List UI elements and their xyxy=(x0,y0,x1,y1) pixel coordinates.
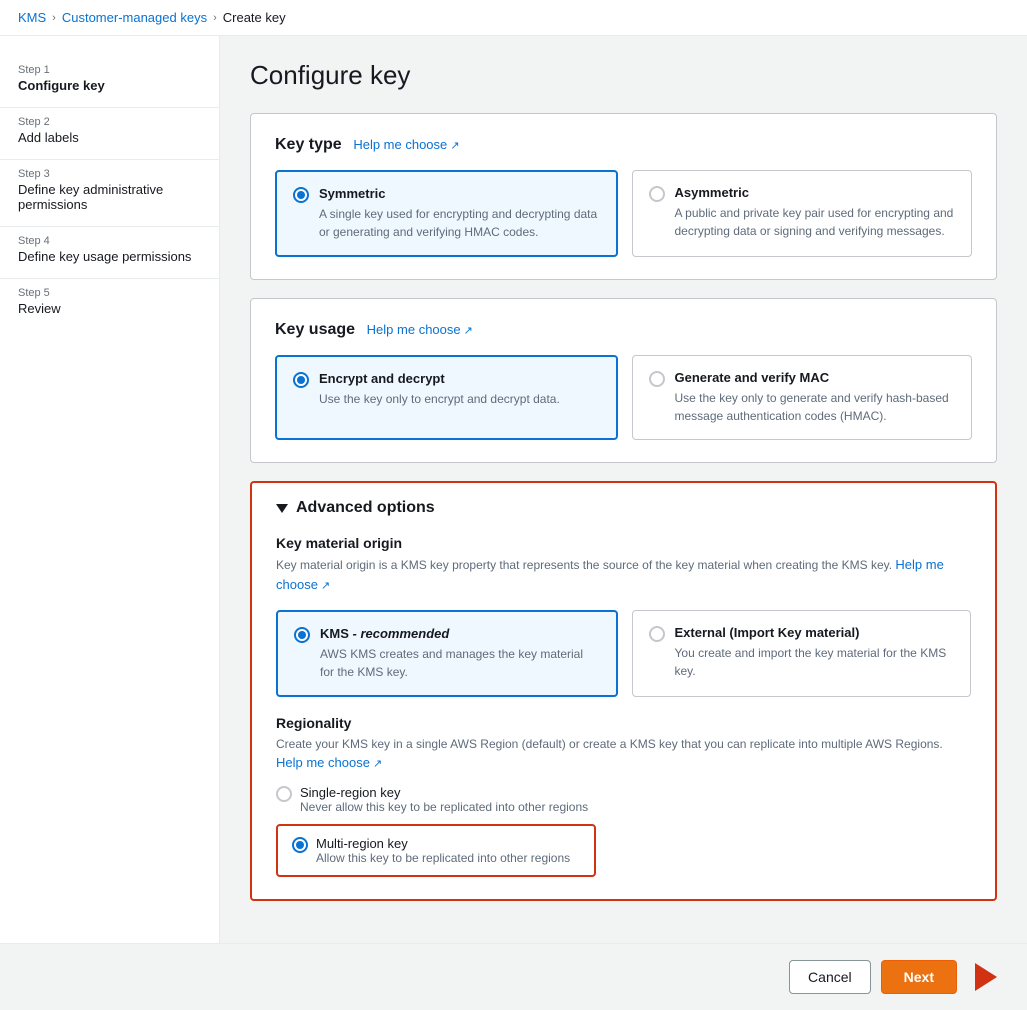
step-1-num: Step 1 xyxy=(18,64,201,76)
sidebar: Step 1 Configure key Step 2 Add labels S… xyxy=(0,36,220,943)
step-2-label: Add labels xyxy=(18,130,201,145)
sidebar-step-5: Step 5 Review xyxy=(0,279,219,330)
next-button[interactable]: Next xyxy=(881,960,957,994)
advanced-options-header: Advanced options xyxy=(276,499,971,517)
page-title: Configure key xyxy=(250,60,997,91)
step-2-num: Step 2 xyxy=(18,116,201,128)
key-material-options: KMS - recommended AWS KMS creates and ma… xyxy=(276,610,971,697)
multi-region-box: Multi-region key Allow this key to be re… xyxy=(276,824,596,877)
single-region-desc: Never allow this key to be replicated in… xyxy=(300,800,588,814)
step-3-num: Step 3 xyxy=(18,168,201,180)
breadcrumb: KMS › Customer-managed keys › Create key xyxy=(0,0,1027,36)
multi-region-radio xyxy=(292,837,308,853)
sidebar-step-2: Step 2 Add labels xyxy=(0,108,219,160)
key-usage-options: Encrypt and decrypt Use the key only to … xyxy=(275,355,972,440)
multi-region-labels: Multi-region key Allow this key to be re… xyxy=(316,836,570,865)
encrypt-decrypt-title: Encrypt and decrypt xyxy=(319,371,560,386)
key-usage-encrypt-decrypt[interactable]: Encrypt and decrypt Use the key only to … xyxy=(275,355,618,440)
breadcrumb-sep-1: › xyxy=(52,12,56,24)
symmetric-title: Symmetric xyxy=(319,186,600,201)
key-material-origin-title: Key material origin xyxy=(276,535,971,551)
kms-desc: AWS KMS creates and manages the key mate… xyxy=(320,645,600,681)
asymmetric-content: Asymmetric A public and private key pair… xyxy=(675,185,956,240)
breadcrumb-customer-managed-keys[interactable]: Customer-managed keys xyxy=(62,10,207,25)
key-material-origin-desc: Key material origin is a KMS key propert… xyxy=(276,555,971,594)
encrypt-decrypt-radio xyxy=(293,372,309,388)
step-3-label: Define key administrative permissions xyxy=(18,182,201,212)
generate-verify-mac-content: Generate and verify MAC Use the key only… xyxy=(675,370,956,425)
external-title: External (Import Key material) xyxy=(675,625,955,640)
symmetric-content: Symmetric A single key used for encrypti… xyxy=(319,186,600,241)
kms-recommended-option[interactable]: KMS - recommended AWS KMS creates and ma… xyxy=(276,610,618,697)
footer: Cancel Next xyxy=(0,943,1027,1010)
key-type-help-link[interactable]: Help me choose xyxy=(353,137,459,152)
sidebar-step-1: Step 1 Configure key xyxy=(0,56,219,108)
symmetric-desc: A single key used for encrypting and dec… xyxy=(319,205,600,241)
generate-verify-mac-radio xyxy=(649,371,665,387)
kms-radio xyxy=(294,627,310,643)
asymmetric-title: Asymmetric xyxy=(675,185,956,200)
key-usage-card: Key usage Help me choose Encrypt and dec… xyxy=(250,298,997,463)
multi-region-option[interactable]: Multi-region key Allow this key to be re… xyxy=(292,836,570,865)
encrypt-decrypt-content: Encrypt and decrypt Use the key only to … xyxy=(319,371,560,408)
kms-recommended-suffix: - recommended xyxy=(353,626,450,641)
regionality-title: Regionality xyxy=(276,715,971,731)
breadcrumb-kms[interactable]: KMS xyxy=(18,10,46,25)
key-material-origin-section: Key material origin Key material origin … xyxy=(276,535,971,697)
sidebar-step-3: Step 3 Define key administrative permiss… xyxy=(0,160,219,227)
generate-verify-mac-desc: Use the key only to generate and verify … xyxy=(675,389,956,425)
external-radio xyxy=(649,626,665,642)
expand-icon xyxy=(276,504,288,513)
kms-content: KMS - recommended AWS KMS creates and ma… xyxy=(320,626,600,681)
step-5-label: Review xyxy=(18,301,201,316)
key-type-symmetric[interactable]: Symmetric A single key used for encrypti… xyxy=(275,170,618,257)
regionality-desc: Create your KMS key in a single AWS Regi… xyxy=(276,735,971,773)
kms-title: KMS - recommended xyxy=(320,626,600,641)
multi-region-label: Multi-region key xyxy=(316,836,570,851)
external-option[interactable]: External (Import Key material) You creat… xyxy=(632,610,972,697)
main-content: Configure key Key type Help me choose Sy… xyxy=(220,36,1027,943)
key-type-card: Key type Help me choose Symmetric A sing… xyxy=(250,113,997,280)
advanced-options-section: Advanced options Key material origin Key… xyxy=(250,481,997,901)
breadcrumb-create-key: Create key xyxy=(223,10,286,25)
key-usage-generate-verify-mac[interactable]: Generate and verify MAC Use the key only… xyxy=(632,355,973,440)
single-region-radio xyxy=(276,786,292,802)
asymmetric-desc: A public and private key pair used for e… xyxy=(675,204,956,240)
breadcrumb-sep-2: › xyxy=(213,12,217,24)
step-4-num: Step 4 xyxy=(18,235,201,247)
step-4-label: Define key usage permissions xyxy=(18,249,201,264)
external-desc: You create and import the key material f… xyxy=(675,644,955,680)
generate-verify-mac-title: Generate and verify MAC xyxy=(675,370,956,385)
sidebar-step-4: Step 4 Define key usage permissions xyxy=(0,227,219,279)
arrow-right-icon xyxy=(975,963,997,991)
single-region-option[interactable]: Single-region key Never allow this key t… xyxy=(276,785,971,814)
step-1-label: Configure key xyxy=(18,78,201,93)
cancel-button[interactable]: Cancel xyxy=(789,960,871,994)
key-type-options: Symmetric A single key used for encrypti… xyxy=(275,170,972,257)
external-content: External (Import Key material) You creat… xyxy=(675,625,955,680)
advanced-options-title: Advanced options xyxy=(296,499,435,517)
key-type-asymmetric[interactable]: Asymmetric A public and private key pair… xyxy=(632,170,973,257)
symmetric-radio xyxy=(293,187,309,203)
regionality-section: Regionality Create your KMS key in a sin… xyxy=(276,715,971,877)
single-region-label: Single-region key xyxy=(300,785,588,800)
asymmetric-radio xyxy=(649,186,665,202)
step-5-num: Step 5 xyxy=(18,287,201,299)
regionality-help-link[interactable]: Help me choose xyxy=(276,755,382,770)
next-arrow-indicator xyxy=(975,963,997,991)
key-type-title: Key type xyxy=(275,136,342,153)
encrypt-decrypt-desc: Use the key only to encrypt and decrypt … xyxy=(319,390,560,408)
single-region-labels: Single-region key Never allow this key t… xyxy=(300,785,588,814)
key-usage-help-link[interactable]: Help me choose xyxy=(367,322,473,337)
key-usage-title: Key usage xyxy=(275,321,355,338)
multi-region-desc: Allow this key to be replicated into oth… xyxy=(316,851,570,865)
